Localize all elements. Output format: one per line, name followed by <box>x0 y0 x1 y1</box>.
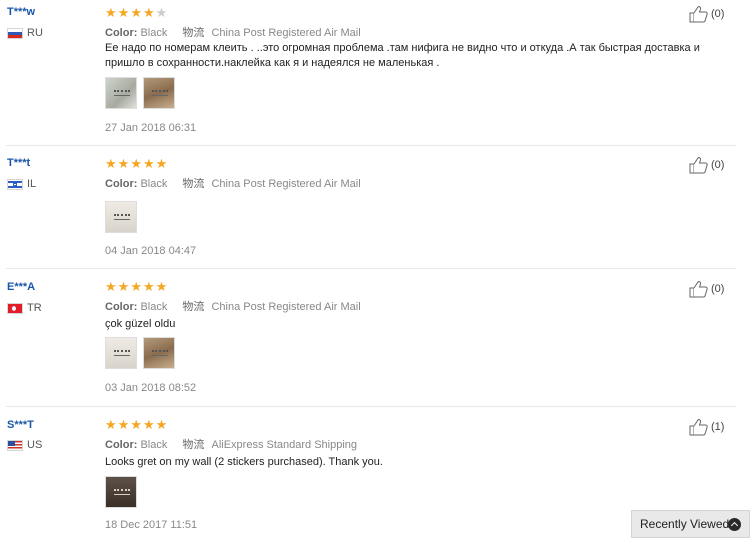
star-filled-icon: ★ <box>130 417 142 432</box>
review-item: T***w RU ★ ★ ★ ★ ★ Color: Black 物流 China Pos… <box>0 0 750 146</box>
helpful-button[interactable]: (0) <box>689 280 724 298</box>
shipping-label: 物流 <box>182 27 205 39</box>
shipping-method: China Post Registered Air Mail <box>211 301 361 313</box>
review-meta: Color: Black 物流 China Post Registered Ai… <box>105 175 361 191</box>
star-filled-icon: ★ <box>142 417 155 432</box>
star-filled-icon: ★ <box>155 417 168 432</box>
helpful-count: (1) <box>711 421 725 433</box>
review-date: 27 Jan 2018 06:31 <box>105 122 197 134</box>
recently-viewed-button[interactable]: Recently Viewed <box>631 510 750 538</box>
review-photo[interactable] <box>105 201 137 233</box>
review-photo[interactable] <box>143 77 175 109</box>
shipping-label: 物流 <box>182 301 205 313</box>
color-label: Color: <box>105 178 138 190</box>
review-photos <box>105 476 137 508</box>
shipping-method: China Post Registered Air Mail <box>211 178 361 190</box>
color-value: Black <box>140 301 168 313</box>
review-country: RU <box>7 27 43 39</box>
helpful-count: (0) <box>711 8 725 20</box>
star-filled-icon: ★ <box>117 279 130 294</box>
flag-us-icon <box>7 439 23 451</box>
shipping-method: AliExpress Standard Shipping <box>211 439 358 451</box>
star-filled-icon: ★ <box>155 279 168 294</box>
helpful-button[interactable]: (0) <box>689 5 724 23</box>
review-username[interactable]: T***w <box>7 6 35 18</box>
country-code: RU <box>27 27 43 39</box>
color-label: Color: <box>105 301 138 313</box>
review-text: Looks gret on my wall (2 stickers purcha… <box>105 456 383 468</box>
review-date: 04 Jan 2018 04:47 <box>105 245 197 257</box>
review-photo[interactable] <box>105 476 137 508</box>
color-label: Color: <box>105 439 138 451</box>
flag-tr-icon <box>7 302 23 314</box>
review-date: 18 Dec 2017 11:51 <box>105 519 198 531</box>
helpful-button[interactable]: (0) <box>689 156 724 174</box>
star-filled-icon: ★ <box>142 279 155 294</box>
thumbs-up-icon <box>689 157 708 174</box>
star-filled-icon: ★ <box>142 156 155 171</box>
country-code: TR <box>27 302 42 314</box>
helpful-button[interactable]: (1) <box>689 418 724 436</box>
thumbs-up-icon <box>689 281 708 298</box>
review-username[interactable]: S***T <box>7 419 34 431</box>
review-photo[interactable] <box>105 337 137 369</box>
star-filled-icon: ★ <box>117 156 130 171</box>
star-filled-icon: ★ <box>130 156 142 171</box>
color-label: Color: <box>105 27 138 39</box>
star-filled-icon: ★ <box>130 5 142 20</box>
star-filled-icon: ★ <box>105 279 117 294</box>
review-username[interactable]: T***t <box>7 157 30 169</box>
chevron-up-icon <box>728 518 741 531</box>
review-date: 03 Jan 2018 08:52 <box>105 382 197 394</box>
star-filled-icon: ★ <box>105 5 117 20</box>
thumbs-up-icon <box>689 419 708 436</box>
helpful-count: (0) <box>711 283 725 295</box>
review-country: TR <box>7 302 42 314</box>
flag-ru-icon <box>7 27 23 39</box>
star-filled-icon: ★ <box>130 279 142 294</box>
review-meta: Color: Black 物流 China Post Registered Ai… <box>105 24 361 40</box>
shipping-label: 物流 <box>182 178 205 190</box>
star-rating: ★ ★ ★ ★ ★ <box>105 280 167 293</box>
review-photos <box>105 337 175 369</box>
review-username[interactable]: E***A <box>7 281 35 293</box>
review-item: E***A TR ★ ★ ★ ★ ★ Color: Black 物流 China Pos… <box>0 269 750 407</box>
shipping-label: 物流 <box>182 439 205 451</box>
review-photos <box>105 201 137 233</box>
recently-viewed-label: Recently Viewed <box>640 517 730 531</box>
color-value: Black <box>140 178 168 190</box>
color-value: Black <box>140 27 168 39</box>
review-photos <box>105 77 175 109</box>
star-rating: ★ ★ ★ ★ ★ <box>105 157 167 170</box>
star-empty-icon: ★ <box>155 5 168 20</box>
shipping-method: China Post Registered Air Mail <box>211 27 361 39</box>
star-filled-icon: ★ <box>155 156 168 171</box>
country-code: US <box>27 439 43 451</box>
star-filled-icon: ★ <box>142 5 155 20</box>
star-filled-icon: ★ <box>105 156 117 171</box>
color-value: Black <box>140 439 168 451</box>
review-text: Ее надо по номерам клеить . ..это огромн… <box>105 42 700 69</box>
review-photo[interactable] <box>143 337 175 369</box>
star-rating: ★ ★ ★ ★ ★ <box>105 418 167 431</box>
star-filled-icon: ★ <box>117 417 130 432</box>
helpful-count: (0) <box>711 159 725 171</box>
thumbs-up-icon <box>689 6 708 23</box>
review-photo[interactable] <box>105 77 137 109</box>
star-filled-icon: ★ <box>105 417 117 432</box>
review-meta: Color: Black 物流 AliExpress Standard Ship… <box>105 436 357 452</box>
review-meta: Color: Black 物流 China Post Registered Ai… <box>105 298 361 314</box>
review-country: IL <box>7 178 36 190</box>
review-item: T***t IL ★ ★ ★ ★ ★ Color: Black 物流 China Pos… <box>0 146 750 269</box>
flag-il-icon <box>7 178 23 190</box>
star-filled-icon: ★ <box>117 5 130 20</box>
review-text: çok güzel oldu <box>105 318 176 330</box>
star-rating: ★ ★ ★ ★ ★ <box>105 6 167 19</box>
country-code: IL <box>27 178 37 190</box>
review-country: US <box>7 439 42 451</box>
